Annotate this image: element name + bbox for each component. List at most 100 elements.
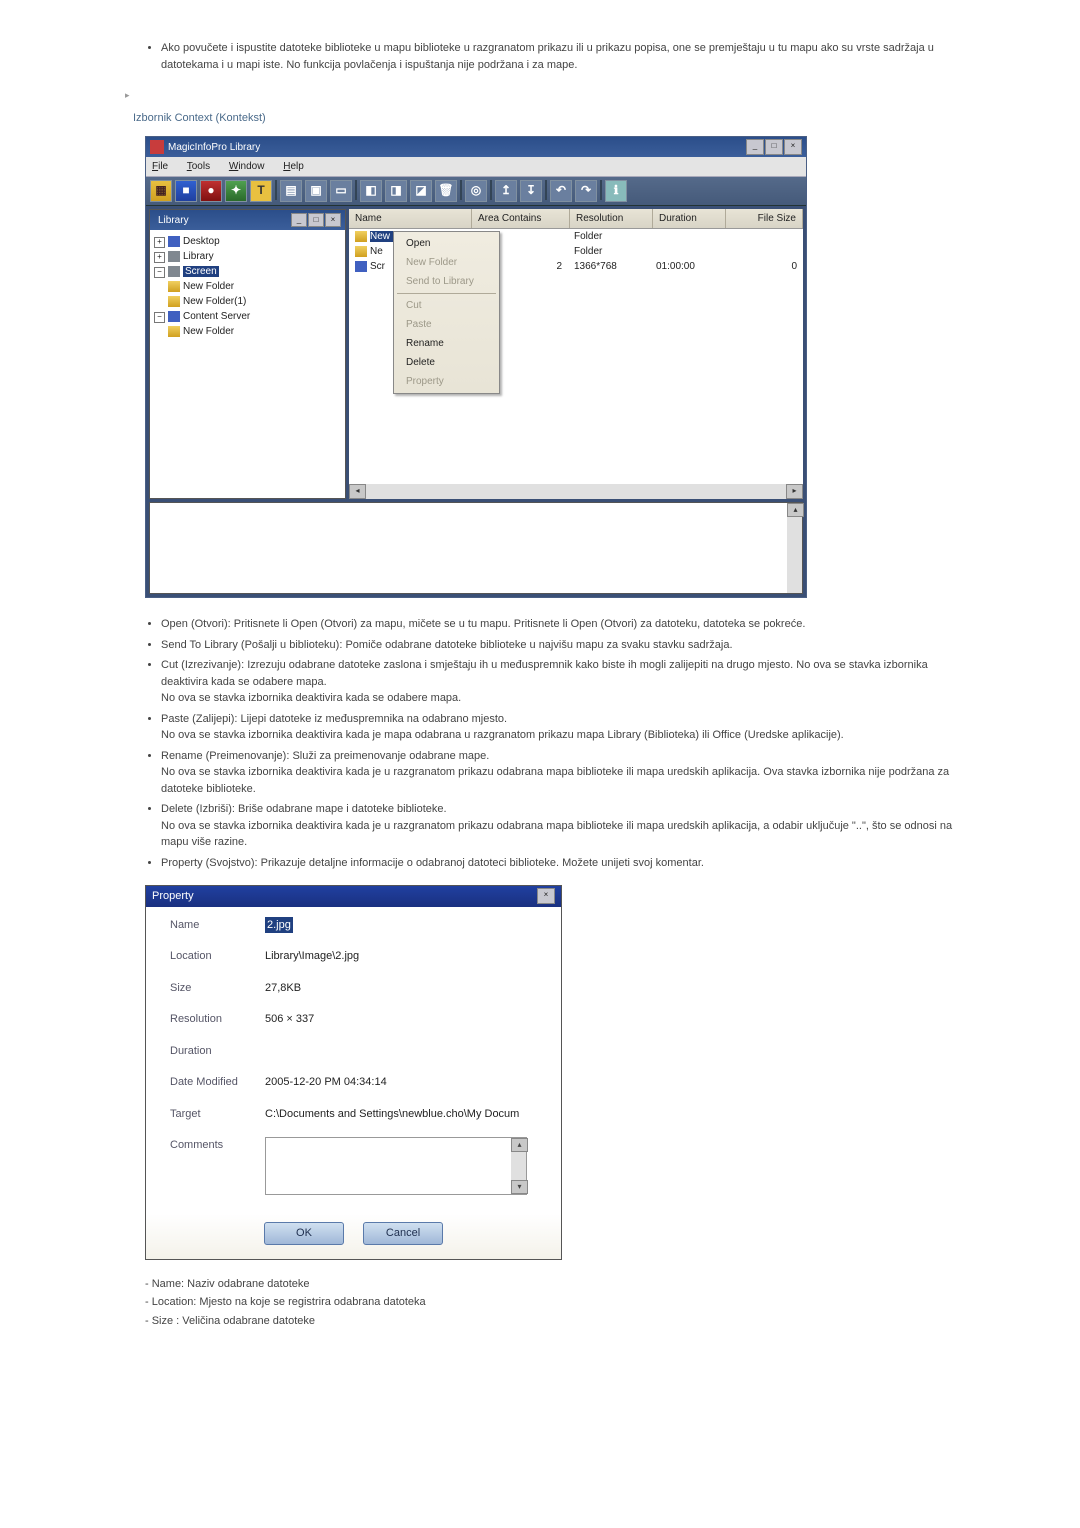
scroll-up-button[interactable]: ▴: [787, 503, 804, 517]
label-datemodified: Date Modified: [170, 1074, 265, 1091]
property-close-button[interactable]: ×: [537, 888, 555, 904]
toolbar-sep: [275, 180, 277, 200]
toolbar-btn-9[interactable]: ◨: [385, 180, 407, 202]
tree-item-screen[interactable]: −Screen: [154, 264, 341, 279]
label-name: Name: [170, 917, 265, 934]
menu-tools[interactable]: Tools: [187, 161, 210, 172]
tree-item-new-folder1[interactable]: New Folder(1): [168, 294, 341, 309]
toolbar-btn-13[interactable]: ↥: [495, 180, 517, 202]
minimize-button[interactable]: _: [746, 139, 764, 155]
ctx-paste: Paste: [394, 315, 499, 334]
menu-file[interactable]: FFileile: [152, 161, 168, 172]
note-size: - Size : Veličina odabrane datoteke: [145, 1313, 955, 1330]
tree-item-desktop[interactable]: +Desktop: [154, 234, 341, 249]
toolbar-btn-6[interactable]: ▣: [305, 180, 327, 202]
folder-icon: [168, 281, 180, 292]
toolbar-btn-undo[interactable]: ↶: [550, 180, 572, 202]
folder-icon: [168, 326, 180, 337]
toolbar-btn-4[interactable]: ✦: [225, 180, 247, 202]
ctx-open[interactable]: Open: [394, 234, 499, 253]
panel-min-button[interactable]: _: [291, 213, 307, 227]
value-size: 27,8KB: [265, 980, 543, 997]
library-panel-header: Library _ □ ×: [150, 210, 345, 230]
ctx-delete[interactable]: Delete: [394, 353, 499, 372]
tree-item-new-folder2[interactable]: New Folder: [168, 324, 341, 339]
toolbar-btn-11[interactable]: 🗑: [435, 180, 457, 202]
col-name[interactable]: Name: [349, 209, 472, 228]
list-header: Name Area Contains Resolution Duration F…: [349, 209, 803, 229]
titlebar[interactable]: MagicInfoPro Library _ □ ×: [146, 137, 806, 157]
property-titlebar[interactable]: Property ×: [146, 886, 561, 907]
value-duration: [265, 1043, 543, 1060]
toolbar-btn-10[interactable]: ◪: [410, 180, 432, 202]
toolbar-sep: [355, 180, 357, 200]
desc-rename: Rename (Preimenovanje): Služi za preimen…: [161, 748, 955, 798]
note-location: - Location: Mjesto na koje se registrira…: [145, 1294, 955, 1311]
tree-item-new-folder[interactable]: New Folder: [168, 279, 341, 294]
context-menu: Open New Folder Send to Library Cut Past…: [393, 231, 500, 394]
panel-max-button[interactable]: □: [308, 213, 324, 227]
value-name: 2.jpg: [265, 917, 293, 934]
panel-close-button[interactable]: ×: [325, 213, 341, 227]
toolbar-sep: [545, 180, 547, 200]
desc-property: Property (Svojstvo): Prikazuje detaljne …: [161, 855, 955, 872]
ok-button[interactable]: OK: [264, 1222, 344, 1245]
maximize-button[interactable]: □: [765, 139, 783, 155]
screenshot-window: MagicInfoPro Library _ □ × FFileile Tool…: [145, 136, 807, 598]
screen-icon: [168, 266, 180, 277]
desc-cut: Cut (Izrezivanje): Izrezuju odabrane dat…: [161, 657, 955, 707]
toolbar-btn-7[interactable]: ▭: [330, 180, 352, 202]
descriptions: Open (Otvori): Pritisnete li Open (Otvor…: [161, 616, 955, 871]
desc-open: Open (Otvori): Pritisnete li Open (Otvor…: [161, 616, 955, 633]
toolbar-btn-14[interactable]: ↧: [520, 180, 542, 202]
ctx-separator: [397, 293, 496, 294]
label-target: Target: [170, 1106, 265, 1123]
menubar: FFileile Tools Window Help: [146, 157, 806, 176]
toolbar-btn-redo[interactable]: ↷: [575, 180, 597, 202]
scroll-left-button[interactable]: ◂: [349, 484, 366, 499]
desc-sendlib: Send To Library (Pošalji u biblioteku): …: [161, 637, 955, 654]
toolbar-btn-2[interactable]: ■: [175, 180, 197, 202]
vertical-scrollbar[interactable]: ▴: [787, 503, 802, 593]
folder-icon: [355, 246, 367, 257]
value-target: C:\Documents and Settings\newblue.cho\My…: [265, 1106, 543, 1123]
horizontal-scrollbar[interactable]: ◂ ▸: [349, 484, 803, 499]
toolbar-sep: [600, 180, 602, 200]
library-panel-title: Library: [158, 213, 291, 228]
ctx-rename[interactable]: Rename: [394, 334, 499, 353]
toolbar-btn-5[interactable]: ▤: [280, 180, 302, 202]
col-dur[interactable]: Duration: [653, 209, 726, 228]
desc-delete: Delete (Izbriši): Briše odabrane mape i …: [161, 801, 955, 851]
toolbar-btn-8[interactable]: ◧: [360, 180, 382, 202]
property-field-notes: - Name: Naziv odabrane datoteke - Locati…: [145, 1276, 955, 1330]
toolbar-btn-text[interactable]: T: [250, 180, 272, 202]
tree-item-content-server[interactable]: −Content Server: [154, 309, 341, 324]
ctx-property: Property: [394, 372, 499, 391]
ctx-new-folder: New Folder: [394, 253, 499, 272]
toolbar-btn-1[interactable]: ▦: [150, 180, 172, 202]
col-size[interactable]: File Size: [726, 209, 803, 228]
list-body[interactable]: New Folder Folder Ne Folder Sc: [349, 229, 803, 484]
menu-window[interactable]: Window: [229, 161, 265, 172]
server-icon: [168, 311, 180, 322]
desc-paste: Paste (Zalijepi): Lijepi datoteke iz međ…: [161, 711, 955, 744]
toolbar-sep: [490, 180, 492, 200]
toolbar-btn-12[interactable]: ◎: [465, 180, 487, 202]
scroll-up-button[interactable]: ▴: [511, 1138, 528, 1152]
close-button[interactable]: ×: [784, 139, 802, 155]
scroll-down-button[interactable]: ▾: [511, 1180, 528, 1194]
cancel-button[interactable]: Cancel: [363, 1222, 443, 1245]
col-area[interactable]: Area Contains: [472, 209, 570, 228]
menu-help[interactable]: Help: [283, 161, 304, 172]
tree-item-library[interactable]: +Library: [154, 249, 341, 264]
toolbar-btn-3[interactable]: ●: [200, 180, 222, 202]
toolbar: ▦ ■ ● ✦ T ▤ ▣ ▭ ◧ ◨ ◪ 🗑 ◎ ↥ ↧ ↶ ↷ ℹ: [146, 176, 806, 206]
toolbar-btn-info[interactable]: ℹ: [605, 180, 627, 202]
label-duration: Duration: [170, 1043, 265, 1060]
ctx-cut: Cut: [394, 296, 499, 315]
folder-icon: [355, 231, 367, 242]
ctx-send-library: Send to Library: [394, 272, 499, 291]
scroll-right-button[interactable]: ▸: [786, 484, 803, 499]
comments-textarea[interactable]: ▴ ▾: [265, 1137, 527, 1195]
col-res[interactable]: Resolution: [570, 209, 653, 228]
